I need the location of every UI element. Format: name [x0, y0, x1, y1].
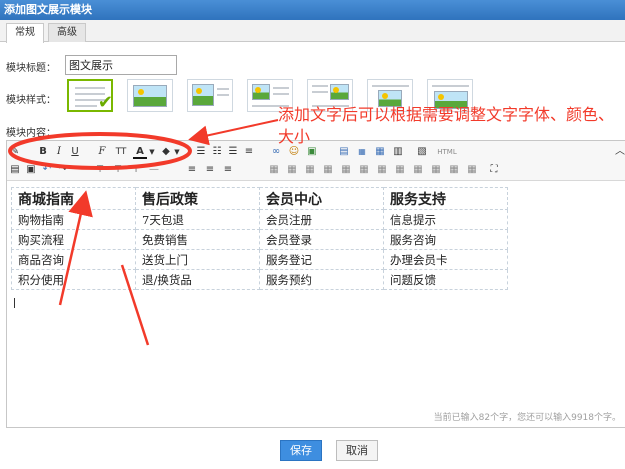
table-cell[interactable]: 免费销售 [135, 229, 260, 250]
table-cell[interactable]: 退/换货品 [135, 269, 260, 290]
save-button[interactable]: 保存 [280, 440, 322, 461]
annotation-text: 添加文字后可以根据需要调整文字字体、颜色、大小 [278, 105, 615, 146]
table-cell[interactable]: 7天包退 [135, 209, 260, 230]
preview-icon[interactable]: ▣ [25, 163, 37, 177]
font-family-button[interactable]: F [95, 145, 109, 159]
table-cell[interactable]: 购买流程 [11, 229, 136, 250]
superscript-icon[interactable]: T [111, 163, 125, 177]
delete-table-icon[interactable]: ▦ [447, 163, 461, 177]
print-icon[interactable]: ▤ [9, 163, 21, 177]
table-cell[interactable]: 办理会员卡 [383, 249, 508, 270]
chevron-down-icon[interactable]: ▼ [173, 145, 181, 159]
table-header-cell[interactable]: 会员中心 [259, 187, 384, 210]
bold-button[interactable]: B [37, 145, 49, 159]
table-delete-row-icon[interactable]: ▦ [285, 163, 299, 177]
subscript-icon[interactable]: T [129, 163, 143, 177]
dialog-title: 添加图文展示模块 [0, 0, 625, 20]
arrow-to-toolbar [188, 119, 279, 146]
title-input[interactable] [65, 55, 177, 75]
table-insert-col-icon[interactable]: ▦ [303, 163, 317, 177]
indent-icon[interactable]: ☰ [227, 145, 239, 159]
text-caret [14, 298, 15, 308]
content-label: 模块内容： [6, 128, 56, 139]
table-row: 商品咨询 送货上门 服务登记 办理会员卡 [11, 249, 508, 270]
add-module-dialog: 添加图文展示模块 常规 高级 模块标题： 模块样式： ✔ [0, 0, 625, 469]
cancel-button[interactable]: 取消 [336, 440, 378, 461]
paint-bucket-icon[interactable]: ◆ [159, 145, 173, 159]
font-size-button[interactable]: TT [113, 145, 129, 159]
table-row: 购物指南 7天包退 会员注册 信息提示 [11, 209, 508, 230]
tab-advanced[interactable]: 高级 [48, 23, 86, 42]
fullscreen-icon[interactable]: ⛶ [487, 163, 501, 177]
eraser-icon[interactable]: ✎ [9, 145, 21, 159]
style-option-image-top[interactable] [187, 79, 233, 112]
table-header-cell[interactable]: 商城指南 [11, 187, 136, 210]
check-icon: ✔ [97, 92, 113, 113]
style-option-text-only[interactable]: ✔ [67, 79, 113, 113]
editor-content[interactable]: 商城指南 售后政策 会员中心 服务支持 购物指南 7天包退 会员注册 信息提示 … [11, 187, 508, 290]
table-row: 购买流程 免费销售 会员登录 服务咨询 [11, 229, 508, 250]
word-counter: 当前已输入82个字，您还可以输入9918个字。 [433, 413, 621, 423]
ordered-list-icon[interactable]: ☰ [195, 145, 207, 159]
align-left-icon[interactable]: ≡ [185, 163, 199, 177]
table-props-icon[interactable]: ▦ [375, 163, 389, 177]
table-insert-row-icon[interactable]: ▦ [267, 163, 281, 177]
style-option-image-left[interactable] [127, 79, 173, 112]
table-border-icon[interactable]: ▦ [465, 163, 479, 177]
strikethrough-icon[interactable]: T [93, 163, 107, 177]
table-header-cell[interactable]: 服务支持 [383, 187, 508, 210]
tab-bar: 常规 高级 [0, 20, 625, 43]
table-cell[interactable]: 积分使用 [11, 269, 136, 290]
table-header-row: 商城指南 售后政策 会员中心 服务支持 [11, 187, 508, 210]
table-cell[interactable]: 服务预约 [259, 269, 384, 290]
title-label: 模块标题： [6, 63, 56, 74]
rich-text-editor[interactable]: ✎ B I U F TT A ▼ ◆ ▼ ☰ ☷ ☰ ≡ ∞ ☺ ▣ ▤ ▦ ▦… [6, 140, 625, 428]
font-color-button[interactable]: A [133, 145, 147, 159]
underline-button[interactable]: U [69, 145, 81, 159]
table-cell[interactable]: 服务咨询 [383, 229, 508, 250]
align-center-icon[interactable]: ≡ [203, 163, 217, 177]
align-right-icon[interactable]: ≡ [221, 163, 235, 177]
table-cell[interactable]: 会员注册 [259, 209, 384, 230]
table-cell[interactable]: 送货上门 [135, 249, 260, 270]
table-cell[interactable]: 信息提示 [383, 209, 508, 230]
undo-icon[interactable]: ↶ [41, 163, 53, 177]
cell-props-icon[interactable]: ▦ [393, 163, 407, 177]
content-table[interactable]: 商城指南 售后政策 会员中心 服务支持 购物指南 7天包退 会员注册 信息提示 … [11, 187, 508, 290]
table-header-cell[interactable]: 售后政策 [135, 187, 260, 210]
redo-icon[interactable]: ↷ [57, 163, 69, 177]
table-cell[interactable]: 购物指南 [11, 209, 136, 230]
cell-merge-icon[interactable]: ▦ [411, 163, 425, 177]
unordered-list-icon[interactable]: ☷ [211, 145, 223, 159]
style-label: 模块样式： [6, 95, 56, 106]
table-split-icon[interactable]: ▦ [357, 163, 371, 177]
table-cell[interactable]: 服务登记 [259, 249, 384, 270]
horizontal-rule-icon[interactable]: — [147, 163, 161, 177]
table-cell[interactable]: 会员登录 [259, 229, 384, 250]
table-merge-icon[interactable]: ▦ [339, 163, 353, 177]
table-delete-col-icon[interactable]: ▦ [321, 163, 335, 177]
table-cell[interactable]: 问题反馈 [383, 269, 508, 290]
cell-split-icon[interactable]: ▦ [429, 163, 443, 177]
align-icon[interactable]: ≡ [243, 145, 255, 159]
table-cell[interactable]: 商品咨询 [11, 249, 136, 270]
tab-general[interactable]: 常规 [6, 23, 44, 43]
chevron-down-icon[interactable]: ▼ [148, 145, 156, 159]
italic-button[interactable]: I [53, 145, 65, 159]
table-row: 积分使用 退/换货品 服务预约 问题反馈 [11, 269, 508, 290]
